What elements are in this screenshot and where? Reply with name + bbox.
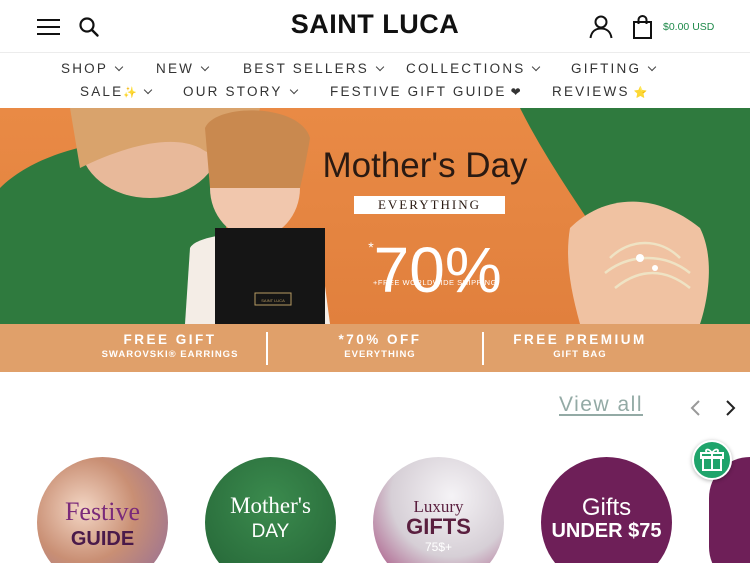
gift-box-label: SAINT LUCA [261,298,285,303]
nav-gifting[interactable]: GIFTING [571,59,657,79]
category-mothers-line2: DAY [251,521,290,542]
category-luxury-line2: GIFTS [406,514,471,539]
site-header: SAINT LUCA $0.00 USD [0,0,750,53]
chevron-right-icon[interactable] [720,398,740,418]
category-gifts-line2: UNDER $75 [551,520,662,542]
nav-collections-label: COLLECTIONS [406,61,526,76]
sparkle-icon: ✨ [123,87,138,99]
search-icon[interactable] [77,15,101,39]
nav-reviews-label: REVIEWS [552,84,630,99]
promo-free-gift-sub: SWAROVSKI® EARRINGS [101,349,239,360]
nav-shop-label: SHOP [61,61,109,76]
promo-gift-bag-sub: GIFT BAG [553,349,607,360]
category-gifts-under-75[interactable]: Gifts UNDER $75 [541,457,672,563]
category-gifts-line1: Gifts [581,494,632,521]
gift-icon[interactable] [692,440,732,480]
nav-our-story[interactable]: OUR STORY [183,82,298,102]
nav-new-label: NEW [156,61,195,76]
promo-percent-off: *70% OFF EVERYTHING [300,332,460,361]
promo-strip: FREE GIFT SWAROVSKI® EARRINGS *70% OFF E… [0,324,750,372]
user-icon[interactable] [588,14,614,40]
menu-icon[interactable] [37,17,61,37]
nav-best-sellers[interactable]: BEST SELLERS [243,59,385,79]
nav-best-sellers-label: BEST SELLERS [243,61,369,76]
promo-divider [266,332,268,365]
nav-our-story-label: OUR STORY [183,84,283,99]
chevron-down-icon [647,62,657,72]
cart-total[interactable]: $0.00 USD [663,21,714,33]
promo-free-gift: FREE GIFT SWAROVSKI® EARRINGS [90,332,250,361]
view-all-link[interactable]: View all [559,393,643,417]
category-mothers-line1: Mother's [230,493,311,518]
chevron-down-icon [375,62,385,72]
promo-percent-off-title: *70% OFF [338,332,422,347]
category-luxury-line3: 75$+ [424,540,453,554]
chevron-down-icon [143,85,153,95]
nav-festive-label: FESTIVE GIFT GUIDE [330,84,507,99]
category-festive-line1: Festive [64,497,141,526]
nav-shop[interactable]: SHOP [61,59,124,79]
promo-free-gift-title: FREE GIFT [123,332,217,347]
promo-gift-bag: FREE PREMIUM GIFT BAG [500,332,660,361]
nav-sale[interactable]: SALE✨ [80,82,153,103]
main-nav: SHOP NEW BEST SELLERS COLLECTIONS GIFTIN… [0,53,750,108]
category-luxury-gifts[interactable]: Luxury GIFTS 75$+ [373,457,504,563]
nav-new[interactable]: NEW [156,59,210,79]
hero-photo: SAINT LUCA Mother's Day EVERYTHING *70% … [0,108,750,324]
chevron-left-icon[interactable] [686,398,706,418]
chevron-down-icon [289,85,298,95]
nav-gifting-label: GIFTING [571,61,642,76]
nav-festive-gift-guide[interactable]: FESTIVE GIFT GUIDE ❤ [330,82,521,102]
hero-percent-value: 70% [373,234,502,306]
chevron-down-icon [200,62,210,72]
shopping-bag-icon[interactable] [630,14,656,40]
promo-divider [482,332,484,365]
category-mothers-day[interactable]: Mother's DAY [205,457,336,563]
nav-collections[interactable]: COLLECTIONS [406,59,541,79]
hero-headline: Mother's Day [322,146,528,185]
promo-gift-bag-title: FREE PREMIUM [513,332,647,347]
nav-reviews[interactable]: REVIEWS ⭐ [552,82,647,103]
chevron-down-icon [114,62,124,72]
hero-banner[interactable]: SAINT LUCA Mother's Day EVERYTHING *70% … [0,108,750,372]
chevron-down-icon [532,62,541,72]
site-logo[interactable]: SAINT LUCA [291,9,460,39]
hero-percent: *70% [350,212,520,305]
category-festive-line2: GUIDE [70,528,135,550]
star-icon: ⭐ [633,87,648,99]
heart-icon: ❤ [510,85,521,99]
promo-percent-off-sub: EVERYTHING [344,349,416,360]
hero-shipping: +FREE WORLDWIDE SHIPPING [373,278,497,287]
nav-sale-label: SALE [80,84,124,99]
category-festive-guide[interactable]: Festive GUIDE [37,457,168,563]
